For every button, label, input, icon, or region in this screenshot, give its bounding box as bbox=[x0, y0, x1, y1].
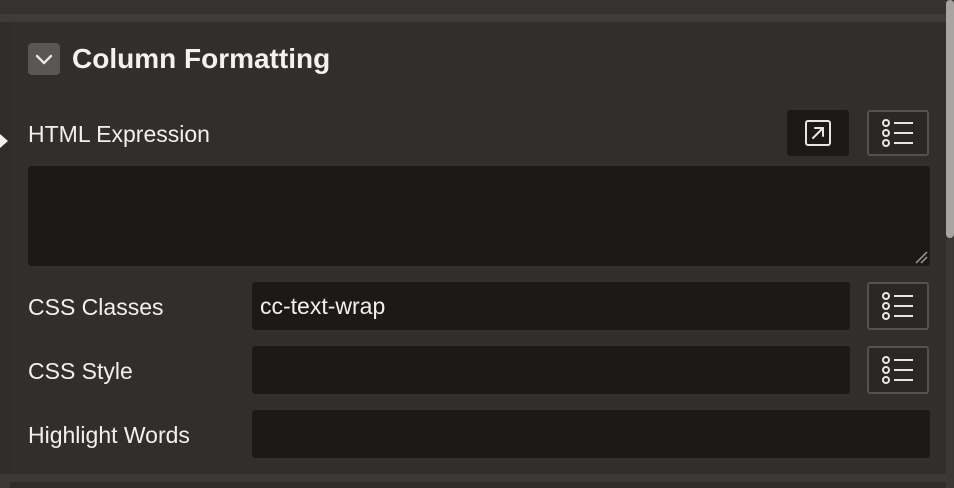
css-classes-list-button[interactable] bbox=[867, 282, 929, 330]
section-divider bbox=[0, 14, 946, 22]
html-expression-textarea[interactable] bbox=[28, 166, 930, 266]
section-title: Column Formatting bbox=[72, 43, 331, 74]
chevron-down-icon bbox=[35, 54, 53, 65]
current-field-marker-icon bbox=[0, 134, 8, 148]
css-classes-label: CSS Classes bbox=[28, 294, 164, 320]
css-classes-input[interactable]: cc-text-wrap bbox=[252, 282, 850, 330]
open-editor-button[interactable] bbox=[787, 110, 849, 156]
scrollbar-thumb[interactable] bbox=[946, 0, 954, 238]
css-style-input[interactable] bbox=[252, 346, 850, 394]
list-icon bbox=[882, 292, 913, 320]
list-icon bbox=[882, 119, 913, 147]
html-expression-label: HTML Expression bbox=[28, 121, 210, 147]
open-in-editor-icon bbox=[805, 120, 831, 146]
list-icon bbox=[882, 356, 913, 384]
collapse-section-button[interactable] bbox=[28, 43, 60, 75]
highlight-words-input[interactable] bbox=[252, 410, 930, 458]
css-style-label: CSS Style bbox=[28, 358, 133, 384]
css-style-list-button[interactable] bbox=[867, 346, 929, 394]
section-divider bbox=[0, 474, 946, 488]
highlight-words-label: Highlight Words bbox=[28, 422, 190, 448]
html-expression-list-button[interactable] bbox=[867, 110, 929, 156]
resize-handle-icon[interactable] bbox=[914, 250, 928, 264]
previous-section-footer bbox=[0, 0, 946, 14]
